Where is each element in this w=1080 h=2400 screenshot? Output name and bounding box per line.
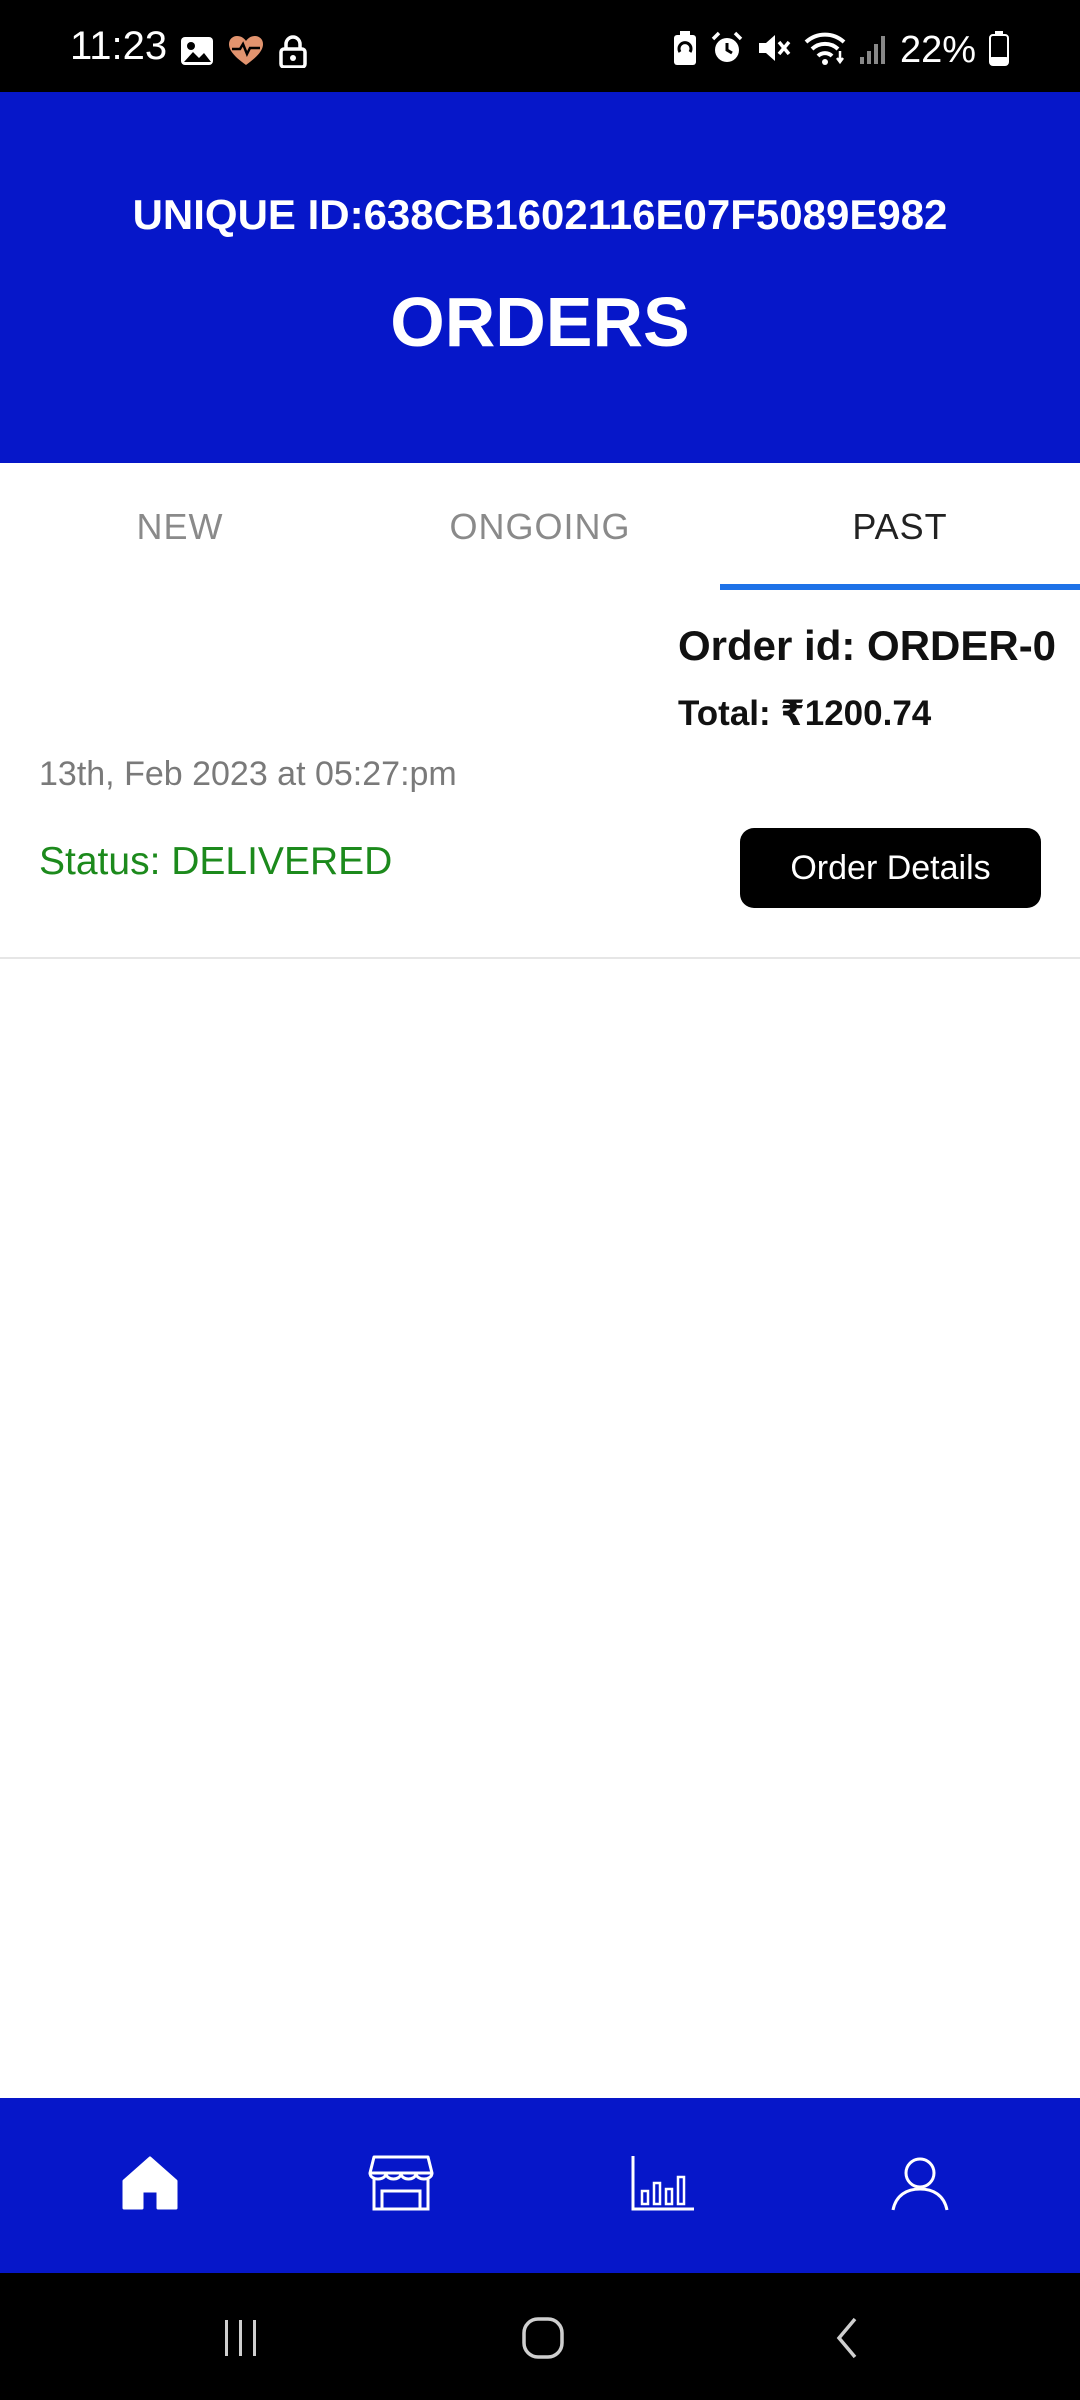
order-date: 13th, Feb 2023 at 05:27:pm bbox=[39, 755, 457, 793]
order-tabs: NEW ONGOING PAST bbox=[0, 463, 1080, 590]
alarm-icon bbox=[710, 31, 744, 70]
heart-pulse-icon bbox=[228, 36, 264, 71]
order-details-button[interactable]: Order Details bbox=[740, 828, 1041, 908]
lock-icon bbox=[278, 34, 308, 73]
status-time: 11:23 bbox=[70, 24, 168, 68]
battery-icon bbox=[988, 30, 1010, 71]
home-icon[interactable] bbox=[115, 2148, 185, 2218]
status-right-icons: 22% bbox=[672, 26, 1010, 74]
page-title: ORDERS bbox=[390, 283, 690, 361]
system-nav-bar bbox=[0, 2273, 1080, 2400]
order-id: Order id: ORDER-0 bbox=[678, 622, 1057, 669]
order-card: Order id: ORDER-0 Total: ₹1200.74 13th, … bbox=[0, 590, 1080, 959]
store-icon[interactable] bbox=[366, 2148, 436, 2218]
image-icon bbox=[180, 36, 214, 71]
battery-percent: 22% bbox=[899, 29, 976, 71]
back-icon[interactable] bbox=[812, 2303, 882, 2373]
wifi-icon bbox=[804, 31, 846, 70]
order-total: Total: ₹1200.74 bbox=[678, 694, 932, 733]
order-status: Status: DELIVERED bbox=[39, 840, 393, 883]
tab-new[interactable]: NEW bbox=[0, 463, 360, 590]
home-circle-icon[interactable] bbox=[508, 2303, 578, 2373]
tab-ongoing[interactable]: ONGOING bbox=[360, 463, 720, 590]
unique-id-label: UNIQUE ID:638CB1602116E07F5089E982 bbox=[132, 191, 948, 238]
status-bar: 11:23 22% bbox=[0, 0, 1080, 92]
tab-past[interactable]: PAST bbox=[720, 463, 1080, 590]
mute-icon bbox=[756, 31, 792, 70]
signal-icon bbox=[858, 31, 888, 70]
profile-icon[interactable] bbox=[885, 2148, 955, 2218]
bottom-nav bbox=[0, 2098, 1080, 2273]
status-left-icons bbox=[180, 34, 308, 73]
orders-header: UNIQUE ID:638CB1602116E07F5089E982 ORDER… bbox=[0, 92, 1080, 463]
recents-icon[interactable] bbox=[206, 2303, 276, 2373]
chart-icon[interactable] bbox=[628, 2148, 698, 2218]
battery-saver-icon bbox=[672, 30, 698, 71]
